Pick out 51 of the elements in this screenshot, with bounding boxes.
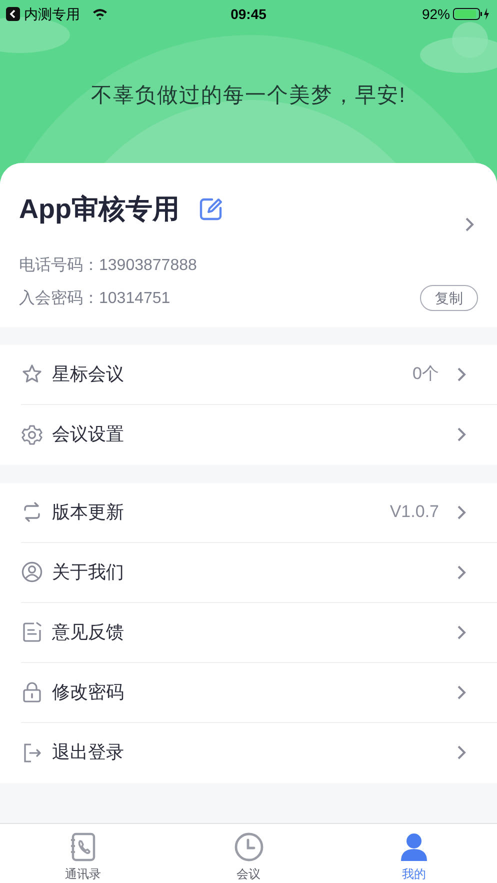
menu-item[interactable]: 退出登录 (21, 722, 497, 782)
battery-icon (453, 7, 491, 21)
menu-item[interactable]: 修改密码 (21, 662, 497, 722)
menu-item[interactable]: 版本更新 V1.0.7 (21, 482, 497, 542)
menu-label: 意见反馈 (52, 620, 125, 644)
chevron-right-icon (457, 745, 466, 760)
password-label: 入会密码： (19, 288, 99, 308)
meeting-password: 10314751 (99, 288, 170, 308)
edit-icon[interactable] (199, 197, 224, 222)
menu-item[interactable]: 星标会议 0个 (21, 344, 497, 404)
tab[interactable]: 通讯录 (0, 824, 166, 883)
clock-time: 09:45 (230, 4, 268, 24)
chevron-right-icon (457, 366, 466, 382)
menu-item[interactable]: 会议设置 (21, 404, 497, 464)
menu-value: V1.0.7 (390, 501, 439, 524)
user-icon (400, 832, 428, 862)
clock-icon (234, 832, 264, 862)
phone-label: 电话号码： (19, 256, 99, 276)
menu-label: 退出登录 (52, 741, 125, 764)
menu-value: 0个 (412, 363, 439, 386)
user-circle-icon (21, 561, 43, 583)
menu-label: 会议设置 (52, 423, 125, 446)
menu-item[interactable]: 关于我们 (21, 542, 497, 602)
carrier-label: 内测专用 (24, 4, 80, 24)
copy-button[interactable]: 复制 (420, 284, 478, 310)
settings-icon (21, 424, 43, 446)
back-icon[interactable] (6, 7, 20, 21)
menu-label: 星标会议 (52, 362, 125, 386)
menu-label: 关于我们 (52, 560, 125, 584)
chevron-right-icon (457, 684, 466, 700)
refresh-icon (21, 501, 43, 523)
lock-icon (21, 681, 43, 703)
phone-number: 13903877888 (99, 256, 197, 276)
chevron-right-icon (457, 624, 466, 640)
logout-icon (21, 742, 43, 764)
chevron-right-icon (457, 427, 466, 442)
battery-percent: 92% (422, 4, 450, 24)
wifi-icon (92, 8, 108, 20)
menu-label: 版本更新 (52, 500, 125, 524)
tab[interactable]: 会议 (166, 824, 332, 883)
tab[interactable]: 我的 (331, 824, 497, 883)
menu-item[interactable]: 意见反馈 (21, 602, 497, 662)
address-book-icon (68, 832, 97, 862)
star-icon (21, 363, 43, 385)
user-name: App审核专用 (19, 193, 180, 226)
greeting-text: 不辜负做过的每一个美梦，早安! (91, 82, 406, 109)
chevron-right-icon (457, 504, 466, 520)
note-icon (21, 621, 43, 643)
chevron-right-icon[interactable] (465, 217, 474, 232)
menu-label: 修改密码 (52, 680, 125, 704)
chevron-right-icon (457, 564, 466, 580)
